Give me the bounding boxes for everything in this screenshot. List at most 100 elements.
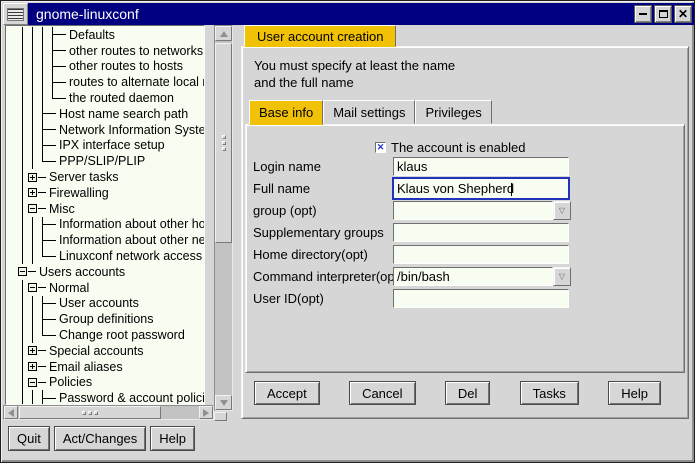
vertical-scrollbar-thumb[interactable] [215, 43, 232, 243]
tree-item-other-routes-to-networks[interactable]: other routes to networks [6, 43, 204, 59]
tree-item-policies[interactable]: Policies [6, 375, 204, 391]
tree-item-ipx-interface-setup[interactable]: IPX interface setup [6, 138, 204, 154]
tree-item-group-definitions[interactable]: Group definitions [6, 311, 204, 327]
scroll-up-icon [220, 31, 228, 37]
user-id-opt-label: User ID(opt) [253, 291, 393, 306]
tree[interactable]: Defaultsother routes to networksother ro… [5, 25, 205, 405]
tree-item-special-accounts[interactable]: Special accounts [6, 343, 204, 359]
collapse-minus-icon[interactable] [28, 283, 37, 292]
tree-item-defaults[interactable]: Defaults [6, 27, 204, 43]
tree-connector [38, 59, 48, 75]
tree-item-other-routes-to-hosts[interactable]: other routes to hosts [6, 59, 204, 75]
tree-item-change-root-password[interactable]: Change root password [6, 327, 204, 343]
tree-connector [38, 327, 56, 343]
tree-vertical-scrollbar[interactable] [214, 25, 233, 411]
form-row-home-directory-opt: Home directory(opt) [253, 243, 571, 265]
tree-item-information-about-other-hosts[interactable]: Information about other hosts [6, 217, 204, 233]
expand-plus-icon[interactable] [28, 346, 37, 355]
action-buttons: Accept Cancel Del Tasks Help [254, 381, 661, 405]
full-name-input[interactable] [392, 177, 570, 200]
window-menu-button[interactable] [3, 3, 28, 25]
tree-connector [38, 27, 48, 43]
home-directory-opt-label: Home directory(opt) [253, 247, 393, 262]
form-row-login-name: Login name [253, 155, 571, 177]
tree-item-routes-to-alternate-local-nets[interactable]: routes to alternate local nets [6, 74, 204, 90]
scroll-up-button[interactable] [215, 26, 232, 41]
tree-connector [48, 74, 66, 90]
tab-base-info[interactable]: Base info [249, 100, 323, 125]
scroll-left-button[interactable] [4, 406, 18, 419]
command-interpreter-opt-input[interactable] [393, 267, 553, 286]
close-icon: ✕ [678, 8, 688, 20]
tree-connector [28, 232, 38, 248]
supplementary-groups-input[interactable] [393, 223, 569, 242]
tree-item-ppp-slip-plip[interactable]: PPP/SLIP/PLIP [6, 153, 204, 169]
help-button[interactable]: Help [608, 381, 661, 405]
notebook-tabs: Base infoMail settingsPrivileges [249, 100, 492, 125]
tree-item-firewalling[interactable]: Firewalling [6, 185, 204, 201]
dropdown-arrow-button[interactable] [553, 267, 571, 286]
horizontal-scrollbar-thumb[interactable] [19, 406, 161, 419]
tree-connector [28, 296, 38, 312]
login-name-input[interactable] [393, 157, 569, 176]
tab-privileges[interactable]: Privileges [415, 100, 491, 124]
expand-plus-icon[interactable] [28, 188, 37, 197]
tasks-button[interactable]: Tasks [520, 381, 579, 405]
tree-connector [28, 359, 46, 375]
user-id-opt-input[interactable] [393, 289, 569, 308]
tab-mail-settings[interactable]: Mail settings [323, 100, 415, 124]
tree-item-label: Defaults [69, 28, 115, 42]
tree-item-normal[interactable]: Normal [6, 280, 204, 296]
tree-item-host-name-search-path[interactable]: Host name search path [6, 106, 204, 122]
tree-horizontal-scrollbar[interactable] [3, 405, 214, 420]
collapse-minus-icon[interactable] [18, 267, 27, 276]
tree-item-information-about-other-networks[interactable]: Information about other networks [6, 232, 204, 248]
form-fields: Login nameFull namegroup (opt)Supplement… [253, 155, 571, 309]
collapse-minus-icon[interactable] [28, 204, 37, 213]
tree-item-users-accounts[interactable]: Users accounts [6, 264, 204, 280]
tree-connector [18, 248, 28, 264]
window-title: gnome-linuxconf [36, 6, 634, 22]
dropdown-arrow-button[interactable] [553, 201, 571, 220]
tree-connector [18, 138, 28, 154]
scroll-down-button[interactable] [215, 395, 232, 410]
tree-item-label: Group definitions [59, 312, 154, 326]
maximize-icon [659, 10, 668, 18]
close-button[interactable]: ✕ [674, 5, 692, 23]
tree-item-network-information-system[interactable]: Network Information System [6, 122, 204, 138]
login-name-label: Login name [253, 159, 393, 174]
home-directory-opt-input[interactable] [393, 245, 569, 264]
tree-item-misc[interactable]: Misc [6, 201, 204, 217]
tree-item-label: the routed daemon [69, 91, 174, 105]
help-button[interactable]: Help [150, 426, 195, 451]
expand-plus-icon[interactable] [28, 173, 37, 182]
account-enabled-row: The account is enabled [375, 140, 525, 155]
tree-item-password-account-policies[interactable]: Password & account policies [6, 390, 204, 405]
account-enabled-checkbox[interactable] [375, 142, 386, 153]
tree-item-user-accounts[interactable]: User accounts [6, 296, 204, 312]
group-opt-input[interactable] [393, 201, 553, 220]
accept-button[interactable]: Accept [254, 381, 320, 405]
tree-connector [18, 343, 28, 359]
minimize-button[interactable] [634, 5, 652, 23]
tree-item-email-aliases[interactable]: Email aliases [6, 359, 204, 375]
collapse-minus-icon[interactable] [28, 378, 37, 387]
expand-plus-icon[interactable] [28, 362, 37, 371]
del-button[interactable]: Del [445, 381, 491, 405]
tree-connector [28, 169, 46, 185]
act-changes-button[interactable]: Act/Changes [54, 426, 146, 451]
tree-item-the-routed-daemon[interactable]: the routed daemon [6, 90, 204, 106]
tree-item-server-tasks[interactable]: Server tasks [6, 169, 204, 185]
quit-button[interactable]: Quit [8, 426, 50, 451]
scroll-right-button[interactable] [199, 406, 213, 419]
tree-item-linuxconf-network-access[interactable]: Linuxconf network access [6, 248, 204, 264]
account-enabled-label: The account is enabled [391, 140, 525, 155]
supplementary-groups-label: Supplementary groups [253, 225, 393, 240]
tree-connector [28, 390, 38, 405]
cancel-button[interactable]: Cancel [349, 381, 415, 405]
maximize-button[interactable] [654, 5, 672, 23]
group-opt-label: group (opt) [253, 203, 393, 218]
tree-item-label: Information about other networks [59, 233, 205, 247]
tab-user-account-creation[interactable]: User account creation [244, 25, 396, 47]
tree-item-label: Email aliases [49, 360, 123, 374]
